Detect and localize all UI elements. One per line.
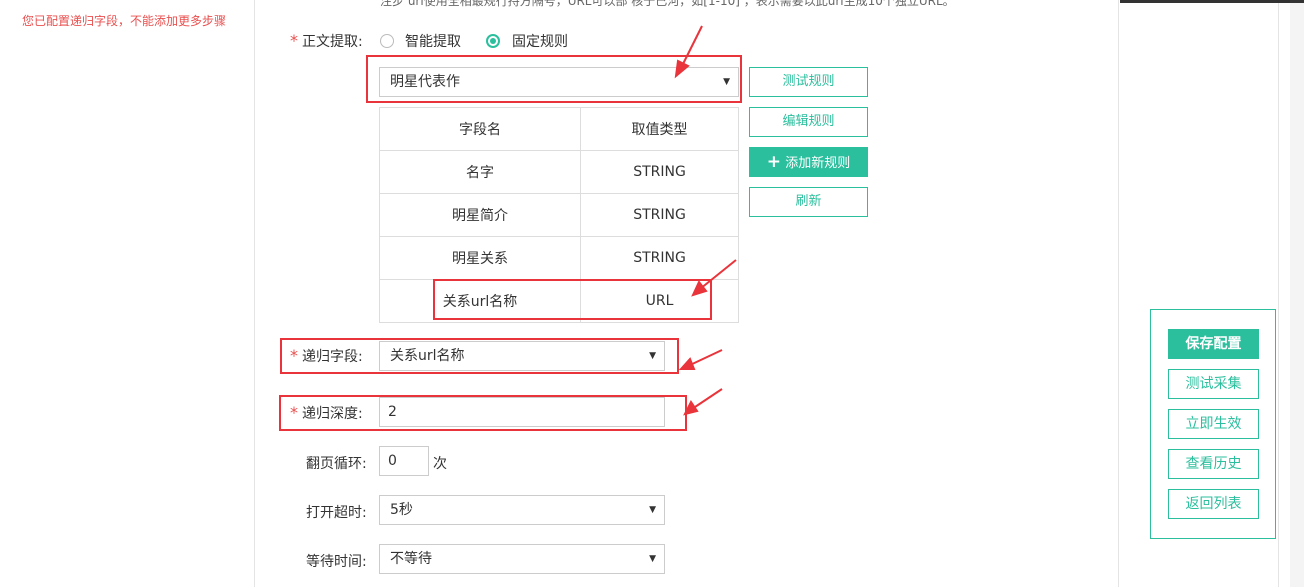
- test-collect-button[interactable]: 测试采集: [1168, 369, 1259, 399]
- arrow-icon: [691, 388, 723, 410]
- arrow-head-icon: [674, 59, 690, 79]
- arrow-icon: [687, 349, 723, 367]
- arrow-icon: [680, 25, 703, 69]
- apply-now-button[interactable]: 立即生效: [1168, 409, 1259, 439]
- arrow-head-icon: [683, 400, 699, 416]
- arrow-icon: [699, 259, 737, 290]
- annotation-arrows: [674, 25, 737, 416]
- save-config-button[interactable]: 保存配置: [1168, 329, 1259, 359]
- view-history-button[interactable]: 查看历史: [1168, 449, 1259, 479]
- arrow-head-icon: [691, 280, 708, 297]
- back-to-list-button[interactable]: 返回列表: [1168, 489, 1259, 519]
- arrow-head-icon: [678, 357, 696, 370]
